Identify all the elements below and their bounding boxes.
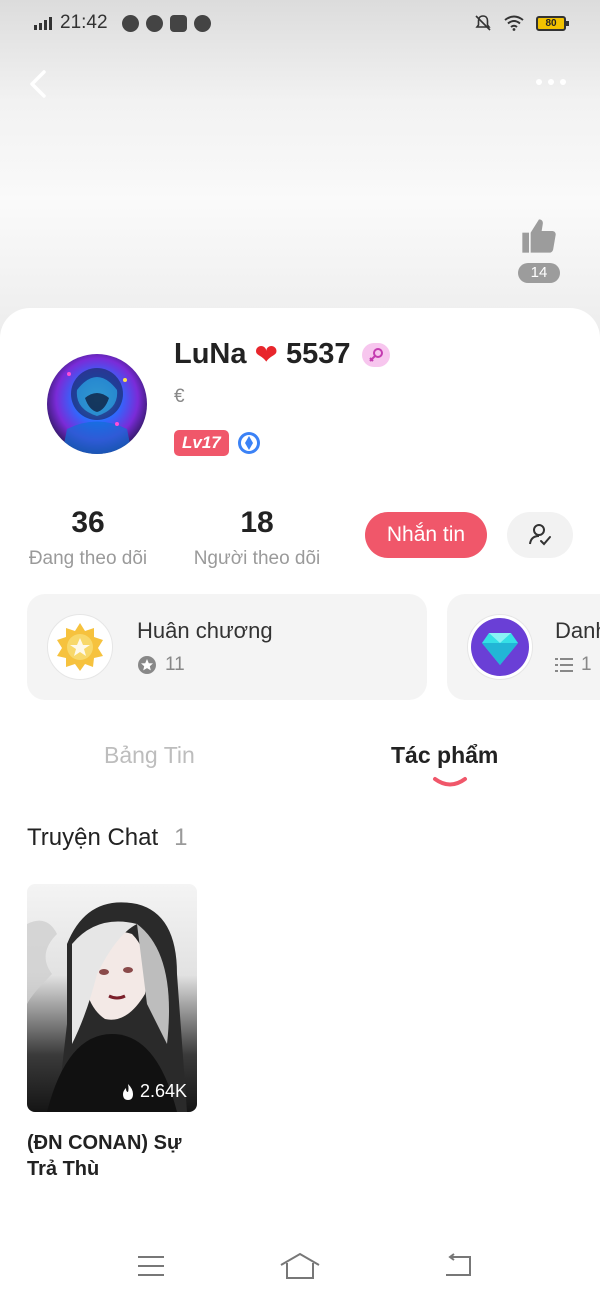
tab-works[interactable]: Tác phẩm <box>391 742 499 787</box>
following-count: 36 <box>71 506 105 539</box>
female-icon <box>362 342 391 367</box>
medal-icon <box>47 614 113 680</box>
list-icon <box>555 658 573 672</box>
followers-label: Người theo dõi <box>193 548 321 569</box>
title-card[interactable]: Danh 1 <box>447 594 600 700</box>
messenger-icon <box>145 14 163 32</box>
return-icon <box>446 1253 471 1276</box>
title-count: 1 <box>581 654 592 675</box>
following-label: Đang theo dõi <box>28 548 148 569</box>
story-views: 2.64K <box>120 1081 187 1102</box>
message-button[interactable]: Nhắn tin <box>365 512 487 558</box>
name-row: LuNa ❤ 5537 <box>174 338 391 371</box>
avatar[interactable] <box>47 354 147 454</box>
story-title: (ĐN CONAN) Sự Trả Thù <box>27 1132 182 1180</box>
back-nav-button[interactable] <box>433 1246 483 1286</box>
story-cover-illustration <box>27 902 187 1112</box>
bell-off-icon <box>475 15 491 31</box>
more-button[interactable] <box>536 72 572 92</box>
medal-count: 11 <box>165 654 185 675</box>
back-button[interactable] <box>24 64 54 104</box>
medal-card[interactable]: Huân chương 11 <box>27 594 427 700</box>
status-left: 21:42 <box>34 12 211 34</box>
lion-avatar-image <box>62 368 132 454</box>
following-stat[interactable]: 36 Đang theo dõi <box>26 506 150 570</box>
story-card[interactable]: 2.64K (ĐN CONAN) Sự Trả Thù <box>27 884 197 1182</box>
like-button[interactable]: 14 <box>514 216 564 290</box>
star-circle-icon <box>138 656 156 674</box>
youtube-icon <box>169 14 187 32</box>
more-dots-icon <box>536 79 542 85</box>
chevron-left-icon <box>30 70 46 98</box>
signal-icon <box>34 16 52 30</box>
badge-row: Lv17 <box>174 430 261 456</box>
medal-card-text: Huân chương 11 <box>137 618 273 676</box>
status-right: 80 <box>474 14 569 32</box>
title-card-title: Danh <box>555 618 600 643</box>
compass-icon <box>193 14 211 32</box>
story-cover-image: 2.64K <box>27 884 197 1112</box>
notification-icons <box>121 14 211 32</box>
medal-card-title: Huân chương <box>137 618 273 643</box>
user-name: LuNa <box>174 338 247 370</box>
verified-icon[interactable] <box>237 431 261 455</box>
app-notification-icon <box>121 14 139 32</box>
tab-news-feed[interactable]: Bảng Tin <box>104 742 195 769</box>
menu-icon <box>138 1256 164 1276</box>
thumbs-up-icon <box>522 219 556 253</box>
followers-stat[interactable]: 18 Người theo dõi <box>190 506 324 570</box>
section-count: 1 <box>174 824 188 851</box>
section-title: Truyện Chat <box>27 824 159 851</box>
level-badge[interactable]: Lv17 <box>174 430 229 456</box>
followers-count: 18 <box>240 506 274 539</box>
title-card-sub: 1 <box>555 654 600 676</box>
like-count: 14 <box>518 263 560 283</box>
home-icon <box>280 1252 320 1279</box>
title-card-text: Danh 1 <box>555 618 600 676</box>
heart-icon: ❤ <box>254 338 278 370</box>
menu-button[interactable] <box>126 1246 176 1286</box>
tab-active-indicator <box>433 777 467 787</box>
follow-status-button[interactable] <box>507 512 573 558</box>
battery-icon: 80 <box>536 15 569 31</box>
profile-sheet: LuNa ❤ 5537 € Lv17 36 Đang theo dõi 18 N… <box>0 308 600 1300</box>
diamond-icon <box>467 614 533 680</box>
tab-works-label: Tác phẩm <box>391 742 499 768</box>
medal-card-sub: 11 <box>137 654 273 676</box>
section-header: Truyện Chat 1 <box>27 824 188 852</box>
user-name-number: 5537 <box>285 338 351 370</box>
user-check-icon <box>529 524 551 546</box>
user-bio: € <box>174 386 185 407</box>
system-nav-bar <box>0 1242 600 1300</box>
home-button[interactable] <box>275 1246 325 1286</box>
header-background <box>0 0 600 340</box>
status-time: 21:42 <box>60 12 108 33</box>
status-bar: 21:42 80 <box>0 0 600 46</box>
flame-icon <box>122 1083 133 1100</box>
wifi-icon <box>504 15 524 31</box>
story-view-count: 2.64K <box>139 1081 187 1101</box>
